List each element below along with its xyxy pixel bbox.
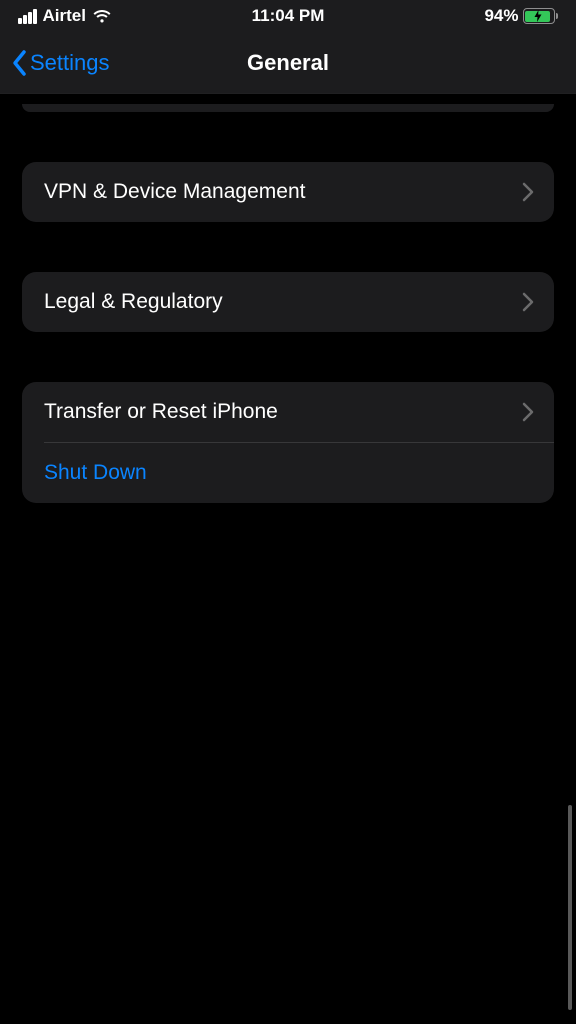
group-vpn: VPN & Device Management: [22, 162, 554, 222]
charging-bolt-icon: [534, 10, 542, 22]
row-label: VPN & Device Management: [44, 180, 305, 204]
scroll-indicator[interactable]: [568, 805, 572, 1010]
row-transfer-reset[interactable]: Transfer or Reset iPhone: [22, 382, 554, 442]
back-label: Settings: [30, 50, 110, 76]
chevron-right-icon: [522, 292, 534, 312]
carrier-label: Airtel: [43, 6, 86, 26]
battery-percent: 94%: [484, 6, 518, 26]
status-left: Airtel: [18, 6, 112, 26]
status-bar: Airtel 11:04 PM 94%: [0, 0, 576, 32]
chevron-right-icon: [522, 182, 534, 202]
page-title: General: [247, 50, 329, 76]
row-label: Shut Down: [44, 461, 147, 485]
status-right: 94%: [484, 6, 558, 26]
row-label: Transfer or Reset iPhone: [44, 400, 278, 424]
row-shut-down[interactable]: Shut Down: [22, 443, 554, 503]
nav-header: Settings General: [0, 32, 576, 94]
chevron-right-icon: [522, 402, 534, 422]
back-button[interactable]: Settings: [10, 49, 110, 77]
chevron-left-icon: [10, 49, 28, 77]
row-vpn-device-management[interactable]: VPN & Device Management: [22, 162, 554, 222]
row-legal-regulatory[interactable]: Legal & Regulatory: [22, 272, 554, 332]
clock: 11:04 PM: [252, 6, 325, 26]
cellular-signal-icon: [18, 9, 37, 24]
wifi-icon: [92, 9, 112, 24]
row-label: Legal & Regulatory: [44, 290, 223, 314]
content: VPN & Device Management Legal & Regulato…: [0, 104, 576, 503]
group-legal: Legal & Regulatory: [22, 272, 554, 332]
battery-icon: [523, 8, 559, 24]
group-reset: Transfer or Reset iPhone Shut Down: [22, 382, 554, 503]
previous-group-edge: [22, 104, 554, 112]
